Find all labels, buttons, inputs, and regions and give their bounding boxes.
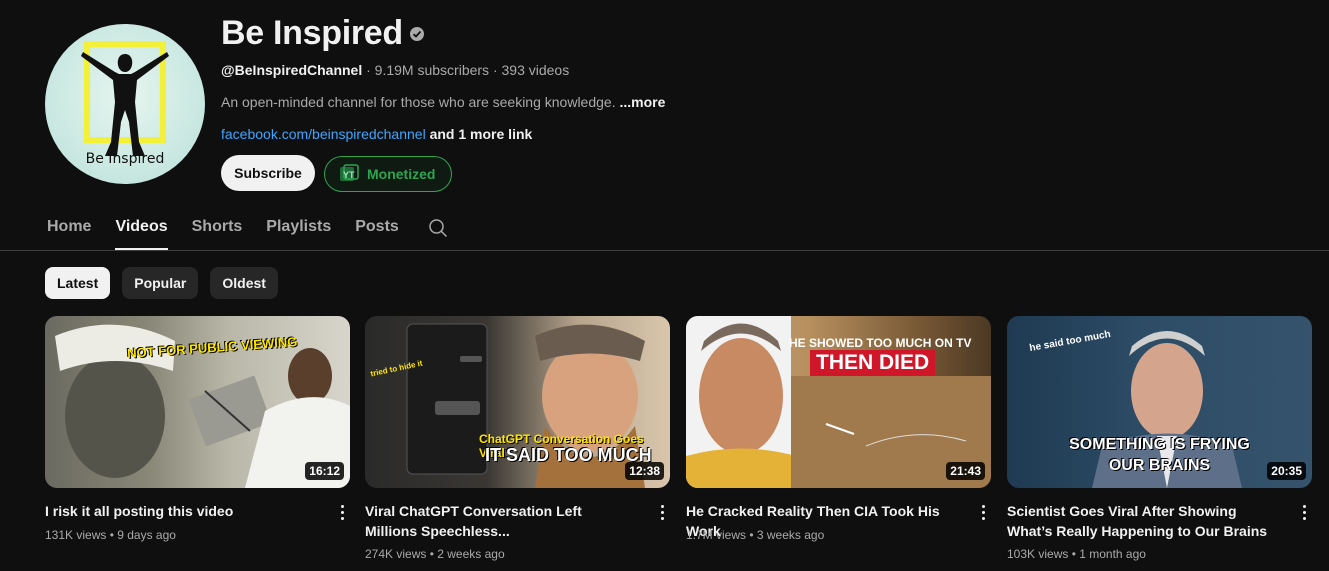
video-meta: 131K views • 9 days ago (45, 528, 176, 542)
facebook-link[interactable]: facebook.com/beinspiredchannel (221, 126, 426, 142)
video-duration: 16:12 (305, 462, 344, 480)
channel-description[interactable]: An open-minded channel for those who are… (221, 94, 665, 110)
video-title[interactable]: Viral ChatGPT Conversation Left Millions… (365, 501, 635, 541)
video-thumbnail[interactable]: he said too much SOMETHING IS FRYING OUR… (1007, 316, 1312, 488)
video-card[interactable]: he said too much SOMETHING IS FRYING OUR… (1007, 316, 1312, 561)
channel-links: facebook.com/beinspiredchannel and 1 mor… (221, 126, 532, 142)
thumbnail-headline: SOMETHING IS FRYING OUR BRAINS (1069, 436, 1250, 474)
video-thumbnail[interactable]: tried to hide it ChatGPT Conversation Go… (365, 316, 670, 488)
video-thumbnail[interactable]: NOT FOR PUBLIC VIEWING 16:12 (45, 316, 350, 488)
chip-latest[interactable]: Latest (45, 267, 111, 299)
more-options-icon[interactable] (654, 502, 670, 522)
tab-shorts[interactable]: Shorts (192, 216, 243, 250)
tab-posts[interactable]: Posts (355, 216, 399, 250)
more-options-icon[interactable] (975, 502, 991, 522)
channel-stats: · 9.19M subscribers · 393 videos (366, 62, 570, 78)
video-card[interactable]: tried to hide it ChatGPT Conversation Go… (365, 316, 670, 561)
search-icon[interactable] (428, 218, 448, 238)
video-duration: 12:38 (625, 462, 664, 480)
channel-handle: @BeInspiredChannel (221, 62, 363, 78)
video-meta: 103K views • 1 month ago (1007, 547, 1146, 561)
tab-playlists[interactable]: Playlists (266, 216, 331, 250)
thumbnail-headline: THEN DIED (810, 350, 936, 376)
avatar-caption: Be Inspired (85, 151, 165, 167)
video-meta: 1.7M views • 3 weeks ago (686, 528, 825, 542)
video-card[interactable]: NOT FOR PUBLIC VIEWING 16:12 I risk it a… (45, 316, 350, 542)
monetized-button[interactable]: YT Monetized (324, 156, 452, 192)
channel-tabs: Home Videos Shorts Playlists Posts (47, 216, 423, 250)
chip-popular[interactable]: Popular (122, 267, 199, 299)
channel-name: Be Inspired (221, 14, 403, 52)
tab-home[interactable]: Home (47, 216, 91, 250)
channel-avatar[interactable]: Be Inspired (45, 24, 205, 184)
chip-oldest[interactable]: Oldest (210, 267, 278, 299)
verified-badge-icon (410, 27, 424, 41)
video-card[interactable]: HE SHOWED TOO MUCH ON TV THEN DIED 21:43… (686, 316, 991, 542)
thumbnail-caption: HE SHOWED TOO MUCH ON TV (789, 336, 972, 350)
description-text: An open-minded channel for those who are… (221, 94, 616, 110)
video-title[interactable]: Scientist Goes Viral After Showing What’… (1007, 501, 1277, 541)
monetized-icon: YT (340, 164, 359, 181)
sort-chips: Latest Popular Oldest (45, 267, 278, 299)
svg-text:YT: YT (343, 170, 355, 180)
tab-videos[interactable]: Videos (115, 216, 168, 250)
more-link[interactable]: ...more (619, 94, 665, 110)
tabs-divider (0, 250, 1329, 251)
video-meta: 274K views • 2 weeks ago (365, 547, 505, 561)
monetized-label: Monetized (367, 166, 436, 182)
video-duration: 21:43 (946, 462, 985, 480)
channel-meta: @BeInspiredChannel · 9.19M subscribers ·… (221, 62, 569, 78)
video-duration: 20:35 (1267, 462, 1306, 480)
more-options-icon[interactable] (1296, 502, 1312, 522)
more-links-button[interactable]: and 1 more link (430, 126, 533, 142)
video-thumbnail[interactable]: HE SHOWED TOO MUCH ON TV THEN DIED 21:43 (686, 316, 991, 488)
subscribe-button[interactable]: Subscribe (221, 155, 315, 191)
more-options-icon[interactable] (334, 502, 350, 522)
video-title[interactable]: I risk it all posting this video (45, 501, 315, 521)
